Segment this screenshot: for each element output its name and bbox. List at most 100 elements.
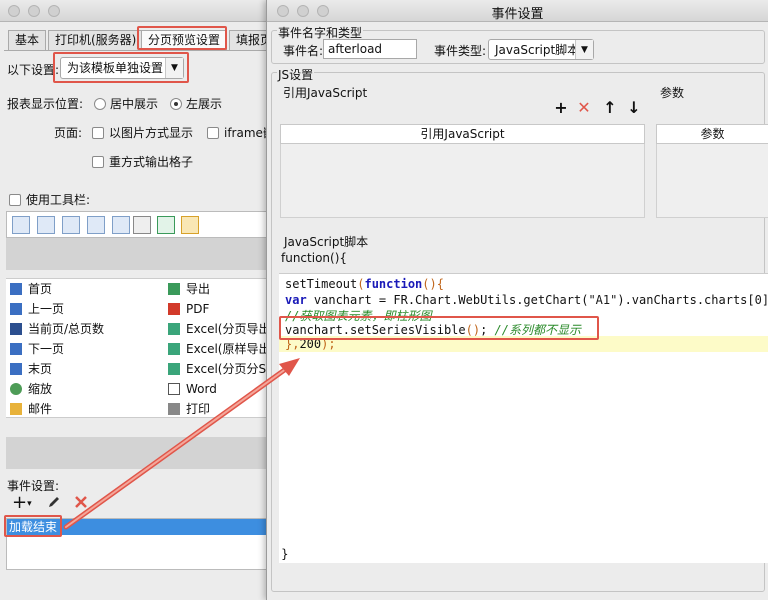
- script-group-title: JavaScript脚本: [283, 233, 370, 250]
- tool-item-excel-orig[interactable]: Excel(原样导出: [168, 339, 270, 359]
- ref-js-title: 引用JavaScript: [283, 86, 368, 100]
- reprint-checkbox[interactable]: 重方式输出格子: [92, 153, 193, 170]
- print-icon[interactable]: [133, 216, 151, 234]
- excel-icon: [168, 343, 180, 355]
- tool-item-next[interactable]: 下一页: [10, 339, 64, 359]
- page-number-icon[interactable]: [62, 216, 80, 234]
- prev-page-icon: [10, 303, 22, 315]
- event-type-value: JavaScript脚本: [495, 43, 580, 57]
- page-number-icon: [10, 323, 22, 335]
- settings-label: 以下设置:: [7, 63, 60, 77]
- add-icon[interactable]: +▾: [12, 494, 32, 513]
- tool-item-prev[interactable]: 上一页: [10, 299, 64, 319]
- checkbox-icon: [9, 194, 21, 206]
- export-icon: [168, 283, 180, 295]
- tool-label: PDF: [186, 302, 210, 316]
- event-type-label: 事件类型:: [434, 44, 487, 58]
- params-title: 参数: [660, 86, 685, 100]
- zoom-dot[interactable]: [48, 5, 60, 17]
- code-string: "A1": [588, 293, 618, 307]
- tool-item-last[interactable]: 末页: [10, 359, 52, 379]
- event-name-label: 事件名:: [283, 44, 324, 58]
- code-token: vanchart = FR.Chart.WebUtils.getChart(: [306, 293, 589, 307]
- image-mode-checkbox[interactable]: 以图片方式显示: [92, 124, 193, 141]
- dialog-title: 事件设置: [491, 7, 544, 22]
- js-settings-title: JS设置: [277, 66, 315, 83]
- tool-label: 缩放: [28, 382, 53, 396]
- tool-label: 邮件: [28, 402, 53, 416]
- last-page-icon: [10, 363, 22, 375]
- iframe-checkbox[interactable]: iframe嵌: [207, 124, 275, 141]
- highlight-code-line: [279, 316, 599, 340]
- back-title-bar: [0, 0, 280, 22]
- email-icon[interactable]: [181, 216, 199, 234]
- export-icon[interactable]: [157, 216, 175, 234]
- email-icon: [10, 403, 22, 415]
- function-open: function(){: [281, 251, 348, 265]
- checkbox-icon: [92, 127, 104, 139]
- params-list[interactable]: [656, 144, 768, 218]
- tool-label: 打印: [186, 402, 211, 416]
- tool-label: Excel(分页导出: [186, 322, 271, 336]
- chevron-down-icon: ▼: [575, 40, 593, 59]
- use-toolbar-checkbox[interactable]: 使用工具栏:: [9, 191, 90, 208]
- delete-icon[interactable]: ✕: [575, 99, 593, 117]
- delete-icon[interactable]: [73, 494, 89, 510]
- reprint-label: 重方式输出格子: [109, 155, 194, 169]
- code-token: (){: [422, 277, 444, 291]
- next-page-icon: [10, 343, 22, 355]
- prev-page-icon[interactable]: [37, 216, 55, 234]
- tool-item-zoom[interactable]: 缩放: [10, 379, 52, 399]
- tool-label: 首页: [28, 282, 53, 296]
- toolbar-drop-area: [6, 238, 280, 270]
- image-mode-label: 以图片方式显示: [109, 126, 194, 140]
- edit-icon[interactable]: [46, 494, 62, 510]
- move-up-icon[interactable]: ↑: [601, 99, 619, 117]
- radio-left-label: 左展示: [186, 97, 223, 111]
- tool-item-pdf[interactable]: PDF: [168, 299, 209, 319]
- event-type-select[interactable]: JavaScript脚本 ▼: [488, 39, 594, 60]
- tool-item-page[interactable]: 当前页/总页数: [10, 319, 104, 339]
- next-page-icon[interactable]: [87, 216, 105, 234]
- params-column-header[interactable]: 参数: [656, 124, 768, 144]
- tab-basic[interactable]: 基本: [8, 30, 47, 50]
- checkbox-icon: [92, 156, 104, 168]
- highlight-settings: [53, 52, 189, 83]
- tool-label: 上一页: [28, 302, 65, 316]
- minimize-dot[interactable]: [28, 5, 40, 17]
- tool-item-export[interactable]: 导出: [168, 279, 210, 299]
- move-down-icon[interactable]: ↓: [625, 99, 643, 117]
- tool-item-word[interactable]: Word: [168, 379, 217, 399]
- tab-printer[interactable]: 打印机(服务器): [48, 30, 144, 50]
- tool-item-first[interactable]: 首页: [10, 279, 52, 299]
- tool-item-email[interactable]: 邮件: [10, 399, 52, 419]
- event-name-input[interactable]: afterload: [323, 39, 417, 59]
- first-page-icon[interactable]: [12, 216, 30, 234]
- tool-item-print[interactable]: 打印: [168, 399, 210, 419]
- radio-center-label: 居中展示: [110, 97, 159, 111]
- word-icon: [168, 383, 180, 395]
- last-page-icon[interactable]: [112, 216, 130, 234]
- excel-icon: [168, 323, 180, 335]
- tool-label: 末页: [28, 362, 53, 376]
- tool-label: 导出: [186, 282, 211, 296]
- ref-js-column-header[interactable]: 引用JavaScript: [280, 124, 645, 144]
- radio-center-icon: [94, 98, 106, 110]
- close-dot[interactable]: [8, 5, 20, 17]
- page-label: 页面:: [54, 126, 83, 140]
- tool-label: Excel(分页分S: [186, 362, 267, 376]
- code-number: 0: [754, 293, 762, 307]
- radio-left[interactable]: 左展示: [170, 95, 222, 112]
- tool-item-excel-page[interactable]: Excel(分页导出: [168, 319, 270, 339]
- code-token: ];: [762, 293, 768, 307]
- radio-center[interactable]: 居中展示: [94, 95, 158, 112]
- add-icon[interactable]: +: [552, 99, 570, 117]
- toolbar-drop-area-bottom: [6, 437, 280, 469]
- function-close: }: [281, 547, 289, 561]
- event-settings-dialog: 事件设置 事件名字和类型 事件名: afterload 事件类型: JavaSc…: [266, 0, 768, 600]
- tool-label: Word: [186, 382, 217, 396]
- ref-js-list[interactable]: [280, 144, 645, 218]
- tool-item-excel-sheet[interactable]: Excel(分页分S: [168, 359, 266, 379]
- use-toolbar-label: 使用工具栏:: [26, 193, 91, 207]
- first-page-icon: [10, 283, 22, 295]
